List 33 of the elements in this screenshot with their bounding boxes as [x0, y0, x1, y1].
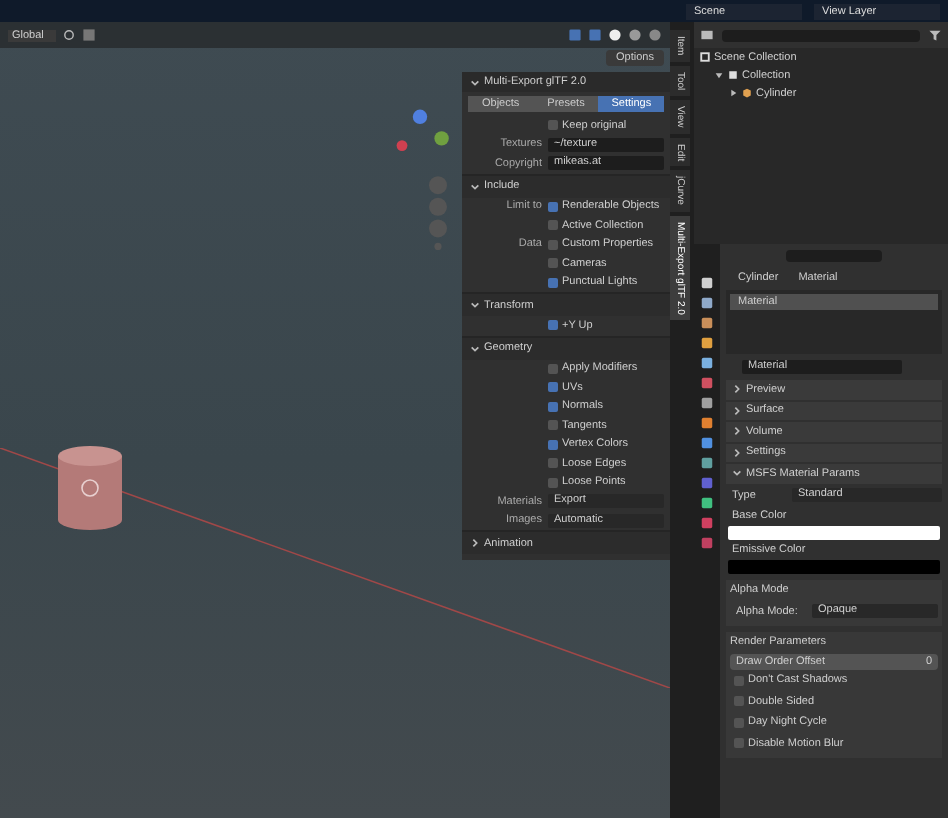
checkbox[interactable]	[548, 277, 558, 288]
checkbox[interactable]	[548, 320, 558, 331]
rendered-shading-icon[interactable]	[648, 28, 662, 42]
caret-icon	[470, 77, 480, 87]
checkbox[interactable]	[548, 420, 558, 431]
checkbox[interactable]	[548, 401, 558, 412]
checkbox[interactable]	[548, 239, 558, 250]
caret-icon	[470, 343, 480, 353]
caret-icon	[470, 538, 480, 548]
collection-icon	[728, 70, 738, 80]
checkbox[interactable]	[548, 458, 558, 469]
checkbox[interactable]	[548, 382, 558, 393]
caret-icon	[470, 300, 480, 310]
caret-icon	[470, 181, 480, 191]
checkbox[interactable]	[548, 220, 558, 231]
filter-icon[interactable]	[928, 28, 942, 42]
color-swatch[interactable]	[728, 525, 940, 539]
checkbox[interactable]	[548, 258, 558, 269]
checkbox[interactable]	[548, 201, 558, 212]
checkbox[interactable]	[548, 120, 558, 131]
color-swatch[interactable]	[728, 559, 940, 573]
checkbox[interactable]	[734, 675, 744, 686]
solid-shading-icon[interactable]	[608, 28, 622, 42]
checkbox[interactable]	[548, 439, 558, 450]
checkbox[interactable]	[734, 696, 744, 707]
checkbox[interactable]	[734, 717, 744, 728]
material-shading-icon[interactable]	[628, 28, 642, 42]
scene-collection-icon	[700, 52, 710, 62]
checkbox[interactable]	[734, 738, 744, 749]
checkbox[interactable]	[548, 363, 558, 374]
object-icon	[742, 88, 752, 98]
cylinder-drawing[interactable]	[54, 442, 126, 534]
checkbox[interactable]	[548, 477, 558, 488]
